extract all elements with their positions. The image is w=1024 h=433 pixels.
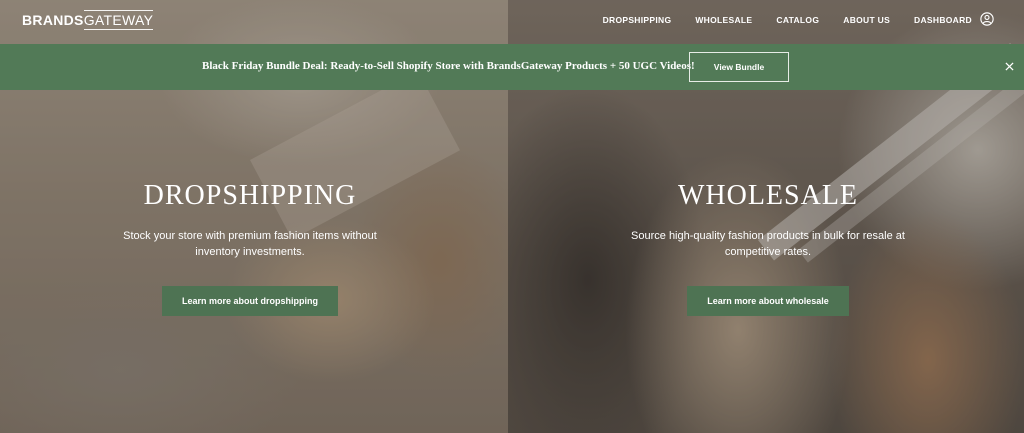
wholesale-desc-line2: competitive rates. — [724, 246, 812, 258]
wholesale-description: Source high-quality fashion products in … — [598, 228, 938, 260]
brand-logo[interactable]: BRANDSGATEWAY — [22, 10, 154, 30]
logo-bold-text: BRANDS — [22, 12, 84, 28]
wholesale-title: WHOLESALE — [677, 180, 859, 211]
dropshipping-section: DROPSHIPPING Stock your store with premi… — [80, 180, 420, 316]
learn-wholesale-button[interactable]: Learn more about wholesale — [687, 286, 849, 316]
main-nav: DROPSHIPPING WHOLESALE CATALOG ABOUT US … — [579, 12, 994, 26]
nav-dropshipping[interactable]: DROPSHIPPING — [603, 15, 672, 25]
dropshipping-desc-line2: inventory investments. — [195, 246, 305, 258]
promo-banner: Black Friday Bundle Deal: Ready-to-Sell … — [0, 44, 1024, 90]
site-header: BRANDSGATEWAY DROPSHIPPING WHOLESALE CAT… — [0, 0, 1024, 42]
wholesale-desc-line1: Source high-quality fashion products in … — [631, 230, 905, 242]
nav-catalog[interactable]: CATALOG — [776, 15, 819, 25]
view-bundle-button[interactable]: View Bundle — [689, 52, 789, 82]
close-icon[interactable] — [1005, 62, 1014, 71]
user-circle-icon[interactable] — [980, 12, 994, 26]
nav-dashboard[interactable]: DASHBOARD — [914, 15, 972, 25]
logo-light-text: GATEWAY — [83, 10, 154, 30]
dropshipping-title: DROPSHIPPING — [143, 180, 357, 211]
promo-text: Black Friday Bundle Deal: Ready-to-Sell … — [202, 60, 695, 72]
wholesale-section: WHOLESALE Source high-quality fashion pr… — [598, 180, 938, 316]
nav-about-us[interactable]: ABOUT US — [843, 15, 890, 25]
dropshipping-description: Stock your store with premium fashion it… — [80, 228, 420, 260]
nav-wholesale[interactable]: WHOLESALE — [695, 15, 752, 25]
dropshipping-desc-line1: Stock your store with premium fashion it… — [123, 230, 377, 242]
learn-dropshipping-button[interactable]: Learn more about dropshipping — [161, 286, 338, 316]
